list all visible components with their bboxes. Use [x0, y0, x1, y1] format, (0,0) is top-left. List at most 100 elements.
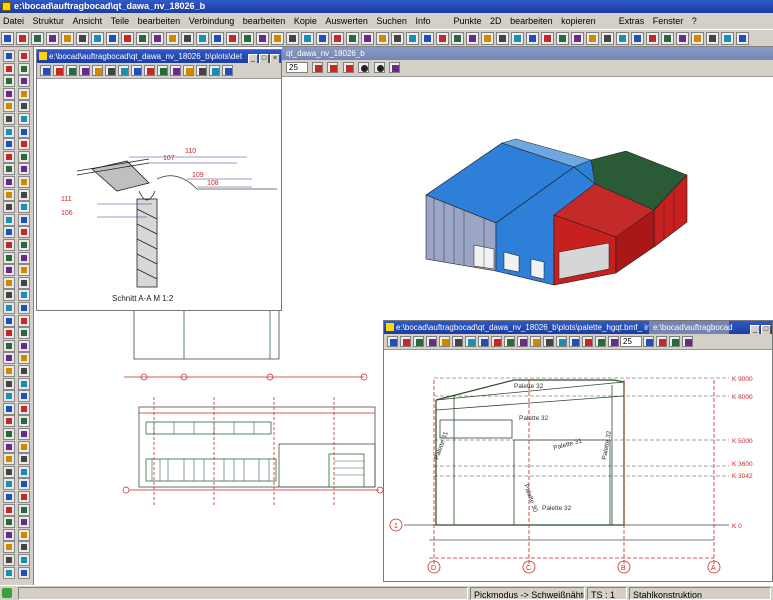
left-tool-button[interactable]	[18, 75, 30, 88]
main-tool-button[interactable]	[556, 32, 569, 45]
main-tool-button[interactable]	[451, 32, 464, 45]
menu-kopieren[interactable]: kopieren	[558, 13, 599, 29]
main-tool-button[interactable]	[661, 32, 674, 45]
left-tool-button[interactable]	[3, 163, 15, 176]
main-tool-button[interactable]	[676, 32, 689, 45]
left-tool-button[interactable]	[18, 365, 30, 377]
left-tool-button[interactable]	[3, 415, 15, 428]
left-tool-button[interactable]	[18, 100, 30, 113]
left-tool-button[interactable]	[3, 125, 15, 138]
left-tool-button[interactable]	[3, 402, 15, 415]
detail-tool-button[interactable]	[105, 65, 116, 76]
main-tool-button[interactable]	[181, 32, 194, 45]
detail-tool-button[interactable]	[66, 65, 77, 76]
detail-tool-button[interactable]	[92, 65, 103, 76]
main-tool-button[interactable]	[196, 32, 209, 45]
left-tool-button[interactable]	[3, 465, 15, 478]
palette-tool-button[interactable]	[465, 336, 476, 347]
main-tool-button[interactable]	[436, 32, 449, 45]
menu-kopie[interactable]: Kopie	[291, 13, 320, 29]
palette-view-tool-button[interactable]	[682, 336, 693, 347]
palette-tool-button[interactable]	[595, 336, 606, 347]
left-tool-button[interactable]	[18, 339, 30, 352]
left-tool-button[interactable]	[18, 390, 30, 403]
left-tool-button[interactable]	[18, 226, 30, 239]
menu-ansicht[interactable]: Ansicht	[70, 13, 106, 29]
left-tool-button[interactable]	[3, 75, 15, 88]
main-tool-button[interactable]	[616, 32, 629, 45]
main-tool-button[interactable]	[511, 32, 524, 45]
left-tool-button[interactable]	[3, 113, 15, 125]
minimize-button[interactable]: _	[750, 325, 760, 334]
left-tool-button[interactable]	[3, 352, 15, 365]
left-tool-button[interactable]	[18, 87, 30, 100]
detail-tool-button[interactable]	[118, 65, 129, 76]
detail-tool-button[interactable]	[157, 65, 168, 76]
left-tool-button[interactable]	[3, 541, 15, 554]
left-tool-button[interactable]	[18, 276, 30, 289]
left-tool-button[interactable]	[3, 516, 15, 529]
menu-bearbeiten-1[interactable]: bearbeiten	[135, 13, 184, 29]
left-tool-button[interactable]	[18, 554, 30, 566]
menu-fenster[interactable]: Fenster	[650, 13, 687, 29]
detail-tool-button[interactable]	[222, 65, 233, 76]
left-tool-button[interactable]	[18, 402, 30, 415]
palette-tool-button[interactable]	[543, 336, 554, 347]
left-tool-button[interactable]	[18, 163, 30, 176]
left-tool-button[interactable]	[3, 491, 15, 503]
left-tool-button[interactable]	[3, 327, 15, 340]
left-tool-button[interactable]	[3, 365, 15, 377]
menu-bearbeiten-3[interactable]: bearbeiten	[507, 13, 556, 29]
palette-tool-button[interactable]	[387, 336, 398, 347]
main-tool-button[interactable]	[721, 32, 734, 45]
left-tool-button[interactable]	[3, 377, 15, 390]
left-tool-button[interactable]	[18, 453, 30, 466]
left-tool-button[interactable]	[18, 176, 30, 188]
main-tool-button[interactable]	[316, 32, 329, 45]
left-tool-button[interactable]	[3, 440, 15, 453]
left-tool-button[interactable]	[3, 201, 15, 214]
minimize-button[interactable]: _	[248, 54, 258, 63]
maximize-button[interactable]: □	[259, 54, 269, 63]
detail-tool-button[interactable]	[79, 65, 90, 76]
main-tool-button[interactable]	[226, 32, 239, 45]
left-tool-button[interactable]	[18, 188, 30, 201]
palette-tool-button[interactable]	[400, 336, 411, 347]
left-tool-button[interactable]	[3, 339, 15, 352]
left-tool-button[interactable]	[3, 176, 15, 188]
menu-struktur[interactable]: Struktur	[30, 13, 68, 29]
close-button[interactable]: ×	[270, 54, 280, 63]
main-tool-button[interactable]	[1, 32, 14, 45]
palette-tool-button[interactable]	[504, 336, 515, 347]
left-tool-button[interactable]	[18, 465, 30, 478]
main-tool-button[interactable]	[271, 32, 284, 45]
main-tool-button[interactable]	[376, 32, 389, 45]
left-tool-button[interactable]	[18, 503, 30, 516]
main-tool-button[interactable]	[736, 32, 749, 45]
left-tool-button[interactable]	[18, 327, 30, 340]
left-tool-button[interactable]	[3, 239, 15, 251]
main-tool-button[interactable]	[151, 32, 164, 45]
main-tool-button[interactable]	[331, 32, 344, 45]
main-tool-button[interactable]	[286, 32, 299, 45]
left-tool-button[interactable]	[18, 125, 30, 138]
menu-verbindung[interactable]: Verbindung	[186, 13, 238, 29]
detail-tool-button[interactable]	[209, 65, 220, 76]
main-tool-button[interactable]	[586, 32, 599, 45]
menu-extras[interactable]: Extras	[616, 13, 648, 29]
left-tool-button[interactable]	[18, 302, 30, 314]
palette-tool-button[interactable]	[608, 336, 619, 347]
main-tool-button[interactable]	[301, 32, 314, 45]
detail-drawing[interactable]: 110 107 109 108 111 106 Schnitt A-A M 1:…	[37, 79, 281, 309]
left-tool-button[interactable]	[18, 239, 30, 251]
main-tool-button[interactable]	[361, 32, 374, 45]
palette-view-tool-button[interactable]	[643, 336, 654, 347]
detail-window[interactable]: e:\bocad\auftragbocad\qt_dawa_nv_18026_b…	[36, 49, 282, 311]
left-tool-button[interactable]	[3, 87, 15, 100]
main-tool-button[interactable]	[256, 32, 269, 45]
detail-tool-button[interactable]	[183, 65, 194, 76]
left-tool-button[interactable]	[18, 415, 30, 428]
left-tool-button[interactable]	[3, 100, 15, 113]
main-tool-button[interactable]	[631, 32, 644, 45]
left-tool-button[interactable]	[3, 150, 15, 163]
